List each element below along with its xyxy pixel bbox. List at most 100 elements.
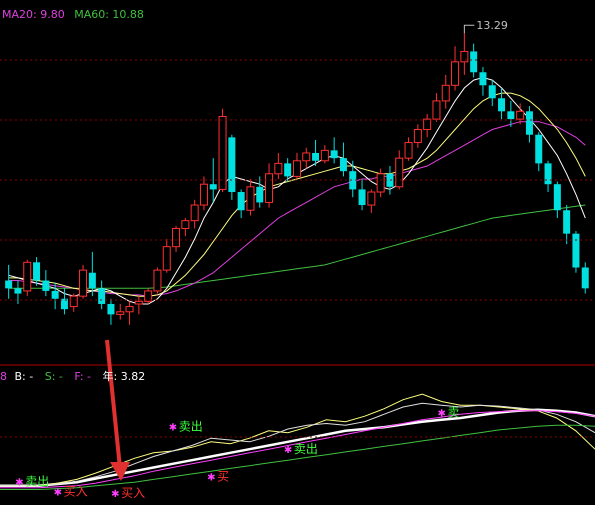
signal-label: 买入 (121, 486, 145, 500)
candle (572, 231, 580, 273)
signal-label: 卖出 (179, 419, 203, 433)
candle (320, 145, 329, 164)
candle-body (488, 85, 496, 99)
candle (488, 80, 496, 107)
indicator-legend: 8 B: - S: - F: - 年: 3.82 (0, 368, 145, 384)
candle-body (237, 192, 245, 211)
candle (125, 301, 134, 325)
candle-body (218, 116, 227, 190)
candle-body (395, 157, 404, 188)
candle-body (181, 220, 190, 229)
candle-body (256, 186, 264, 203)
candle (274, 152, 283, 179)
candle (5, 264, 13, 299)
candle-body (339, 158, 347, 172)
high-marker (463, 24, 475, 34)
high-label: 13.29 (476, 19, 508, 32)
candle-body (265, 173, 274, 203)
signal-star: ✱ (284, 445, 292, 456)
candle-body (292, 160, 301, 177)
candle (116, 303, 125, 320)
candle-body (274, 162, 283, 175)
candle (23, 259, 32, 297)
candle-body (79, 269, 88, 297)
candle-body (246, 186, 255, 211)
candle (330, 137, 338, 164)
candle (367, 189, 376, 213)
signal-label: 卖出 (294, 442, 318, 456)
candle-body (134, 300, 143, 305)
candle (69, 293, 78, 312)
candle-body (498, 98, 506, 112)
candle-body (153, 269, 162, 292)
candle-body (125, 306, 134, 313)
candle (525, 106, 533, 143)
candle-body (423, 118, 432, 131)
candle (507, 100, 515, 127)
candle (144, 288, 153, 304)
candle-body (376, 173, 385, 193)
candle (498, 87, 506, 120)
candle-body (116, 311, 125, 315)
candle-body (209, 184, 217, 190)
candle-body (199, 183, 208, 206)
ma20-label: MA20: 9.80 (2, 8, 65, 21)
indicator-prefix: 8 (0, 370, 7, 383)
candle-body (479, 72, 487, 86)
candle-body (107, 303, 115, 315)
candle (134, 296, 143, 315)
signal-star: ✱ (207, 473, 215, 484)
ma20-line (8, 121, 586, 297)
signal-star: ✱ (437, 409, 445, 420)
candle-body (432, 100, 441, 120)
candle (358, 179, 366, 211)
indicator-panel: ✱ 卖出✱ 买入 ✱ 买入✱ 卖出✱ 买✱ 卖出✱ 卖 (0, 393, 595, 500)
candle-body (14, 288, 22, 294)
candle (181, 218, 190, 237)
candle-body (23, 261, 32, 292)
candle (386, 165, 394, 195)
price-panel: 13.29 (5, 19, 589, 325)
candle-body (320, 149, 329, 162)
candle (42, 270, 50, 297)
candle (79, 264, 88, 299)
candle-body (581, 267, 589, 289)
candle-body (563, 210, 571, 234)
signal-star: ✱ (169, 422, 177, 433)
candle (265, 163, 274, 208)
candle (98, 280, 106, 310)
candle-body (535, 134, 543, 164)
candle-body (42, 280, 50, 291)
ma5-line (8, 76, 586, 305)
candle-body (69, 295, 78, 308)
candle-body (302, 152, 311, 162)
candle-body (441, 84, 450, 102)
price-legend: MA20: 9.80 MA60: 10.88 (2, 8, 144, 21)
candle (302, 147, 311, 169)
candle (479, 67, 487, 96)
signal-label: 卖出 (25, 474, 49, 488)
candle (413, 124, 422, 148)
candle-body (404, 142, 413, 159)
stock-chart: 13.29 ✱ 卖出✱ 买入 ✱ 买入✱ 卖出✱ 买✱ 卖出✱ 卖 (0, 19, 595, 500)
candle-body (386, 173, 394, 187)
candle (544, 160, 552, 193)
candle-body (516, 110, 525, 120)
candle-body (367, 191, 376, 206)
candle-body (5, 280, 13, 289)
signal-label: 买 (217, 470, 229, 484)
candle (256, 176, 264, 208)
signal-label: 卖 (447, 406, 459, 420)
candle (460, 33, 469, 75)
candle-body (88, 272, 96, 289)
candle-body (172, 227, 181, 248)
candle-body (98, 288, 106, 304)
f-label: F: - (74, 370, 92, 383)
ma60-label: MA60: 10.88 (74, 8, 144, 21)
arrow-icon (105, 339, 130, 481)
candle-body (572, 233, 580, 268)
signal-label: 买入 (64, 484, 88, 498)
candle-body (413, 129, 422, 144)
candle (172, 225, 181, 252)
candle-body (330, 150, 338, 159)
